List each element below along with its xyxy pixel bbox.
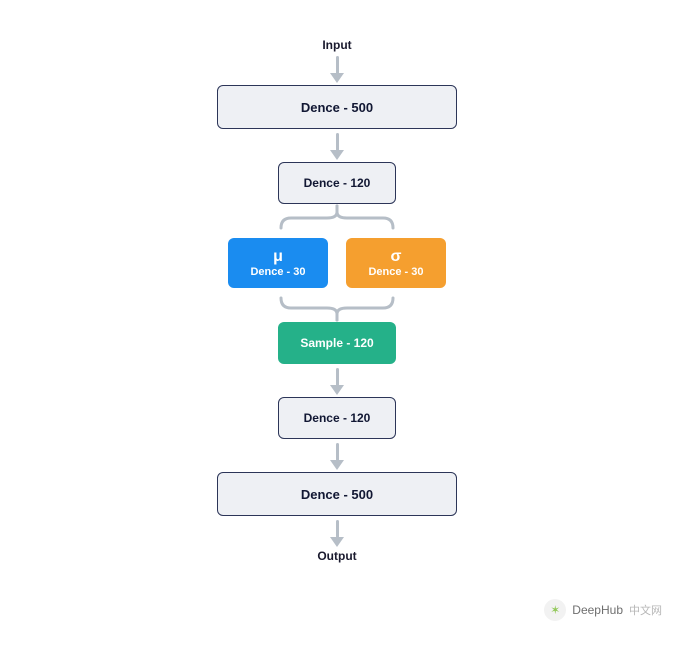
sigma-symbol: σ <box>391 249 402 265</box>
arrow-2 <box>330 133 344 160</box>
layer-dence-500-bottom: Dence - 500 <box>217 472 457 516</box>
output-label: Output <box>317 549 356 563</box>
sigma-label: Dence - 30 <box>368 265 423 279</box>
layer-dence-120-bottom: Dence - 120 <box>278 397 396 439</box>
input-label: Input <box>322 38 351 52</box>
layer-dence-500-top: Dence - 500 <box>217 85 457 129</box>
layer-sigma: σ Dence - 30 <box>346 238 446 288</box>
arrow-5 <box>330 520 344 547</box>
mu-label: Dence - 30 <box>250 265 305 279</box>
watermark-brand: DeepHub <box>572 603 623 617</box>
watermark: ✶ DeepHub 中文网 <box>544 599 662 621</box>
arrow-1 <box>330 56 344 83</box>
layer-mu: μ Dence - 30 <box>228 238 328 288</box>
watermark-suffix: 中文网 <box>629 602 662 618</box>
split-brace-icon <box>227 204 447 232</box>
wechat-icon: ✶ <box>544 599 566 621</box>
merge-brace-icon <box>227 294 447 322</box>
layer-dence-120-top: Dence - 120 <box>278 162 396 204</box>
layer-sample: Sample - 120 <box>278 322 396 364</box>
latent-pair: μ Dence - 30 σ Dence - 30 <box>228 238 446 288</box>
arrow-4 <box>330 443 344 470</box>
arrow-3 <box>330 368 344 395</box>
mu-symbol: μ <box>273 249 283 265</box>
